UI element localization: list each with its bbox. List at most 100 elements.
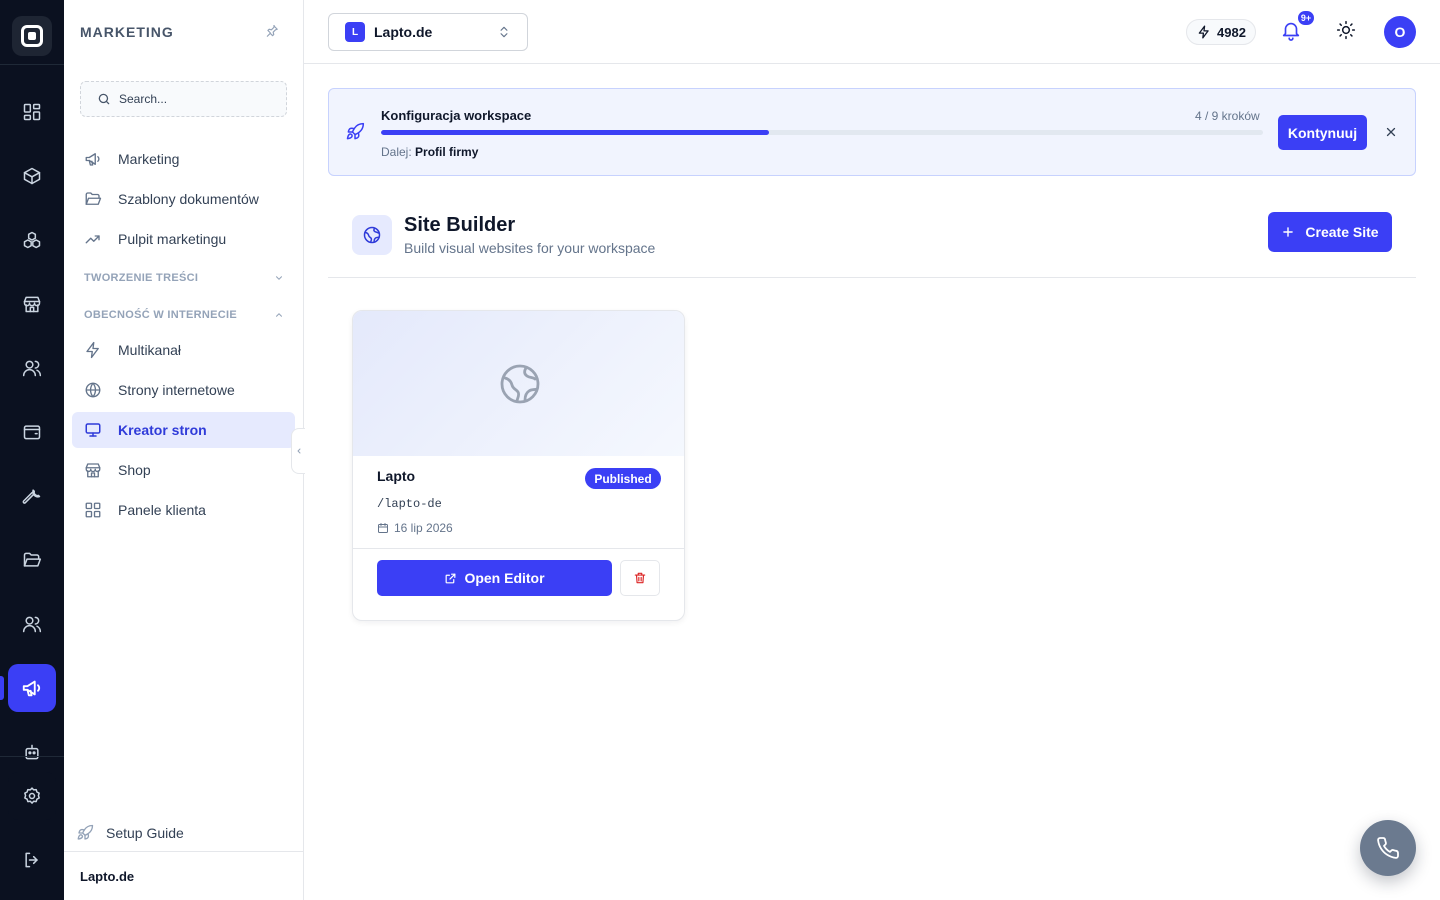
sidebar-search-input[interactable] — [119, 92, 269, 106]
section-label: OBECNOŚĆ W INTERNECIE — [84, 309, 237, 321]
rocket-icon — [77, 824, 94, 840]
logout-icon — [25, 852, 38, 868]
globe-icon — [363, 226, 381, 244]
app-rail — [0, 0, 64, 900]
site-date-value: 16 lip 2026 — [394, 521, 453, 535]
chevron-down-icon — [275, 276, 283, 280]
chevron-up-down-icon — [500, 26, 508, 38]
open-editor-label: Open Editor — [464, 570, 545, 586]
onboarding-progress-fill — [381, 130, 770, 135]
wrench-icon — [22, 489, 41, 504]
setup-guide-label: Setup Guide — [106, 825, 184, 841]
user-avatar[interactable]: O — [1384, 16, 1416, 48]
site-date: 16 lip 2026 — [377, 521, 453, 535]
sidebar-title: MARKETING — [80, 24, 174, 40]
credits-counter[interactable]: 4982 — [1186, 19, 1256, 45]
sidebar-search — [80, 81, 287, 117]
onboarding-next-step: Dalej: Profil firmy — [381, 145, 478, 159]
status-badge: Published — [585, 468, 661, 489]
sidebar-item-label: Szablony dokumentów — [118, 191, 259, 207]
sidebar-item-marketing[interactable]: Marketing — [72, 141, 295, 177]
delete-site-button[interactable] — [620, 560, 660, 596]
rail-settings-button[interactable] — [8, 772, 56, 820]
close-banner-button[interactable] — [1384, 125, 1398, 139]
store-icon — [23, 296, 41, 313]
rail-more-button[interactable] — [8, 728, 56, 776]
workspace-badge: L — [345, 22, 365, 42]
megaphone-icon — [22, 680, 41, 697]
phone-icon — [1377, 837, 1399, 859]
onboarding-steps: 4 / 9 kroków — [1195, 109, 1260, 123]
megaphone-icon — [85, 153, 100, 166]
site-card: Lapto Published /lapto-de 16 lip 2026 Op… — [352, 310, 685, 621]
continue-button[interactable]: Kontynuuj — [1278, 115, 1367, 150]
sidebar-item-label: Multikanał — [118, 342, 182, 358]
sidebar-item-site-builder[interactable]: Kreator stron — [72, 412, 295, 448]
top-header: L Lapto.de 4982 9+ O — [304, 0, 1440, 64]
wallet-icon — [23, 425, 41, 440]
folder-icon — [85, 192, 102, 205]
trash-icon — [634, 572, 646, 584]
sidebar-item-websites[interactable]: Strony internetowe — [72, 372, 295, 408]
sidebar-item-label: Kreator stron — [118, 422, 207, 438]
rail-files-button[interactable] — [8, 536, 56, 584]
store-icon — [85, 463, 101, 478]
sidebar-item-label: Shop — [118, 462, 151, 478]
sidebar-item-document-templates[interactable]: Szablony dokumentów — [72, 181, 295, 217]
rocket-icon — [346, 122, 365, 140]
rail-active-indicator — [0, 676, 4, 700]
rail-contacts-button[interactable] — [8, 344, 56, 392]
sidebar-item-multichannel[interactable]: Multikanał — [72, 332, 295, 368]
section-toggle-online-presence[interactable]: OBECNOŚĆ W INTERNECIE — [84, 307, 284, 323]
external-link-icon — [446, 573, 456, 583]
rail-marketing-button[interactable] — [8, 664, 56, 712]
workspace-switcher[interactable]: L Lapto.de — [328, 13, 528, 51]
section-label: TWORZENIE TREŚCI — [84, 272, 199, 284]
rail-finance-button[interactable] — [8, 408, 56, 456]
app-logo[interactable] — [12, 16, 52, 56]
grid-icon — [85, 502, 101, 518]
zap-icon — [1198, 25, 1209, 39]
setup-guide-link[interactable]: Setup Guide — [76, 820, 184, 846]
globe-icon — [85, 382, 101, 398]
rail-divider — [0, 64, 64, 65]
rail-inventory-button[interactable] — [8, 216, 56, 264]
rail-tools-button[interactable] — [8, 472, 56, 520]
create-site-button[interactable]: Create Site — [1268, 212, 1392, 252]
rail-store-button[interactable] — [8, 280, 56, 328]
sidebar-item-label: Strony internetowe — [118, 382, 235, 398]
pin-sidebar-button[interactable] — [265, 24, 279, 38]
rail-dashboard-button[interactable] — [8, 88, 56, 136]
theme-toggle-button[interactable] — [1336, 20, 1360, 44]
sidebar-item-shop[interactable]: Shop — [72, 452, 295, 488]
rail-team-button[interactable] — [8, 600, 56, 648]
plus-icon — [1283, 227, 1294, 237]
team-icon — [22, 616, 42, 633]
section-toggle-content-creation[interactable]: TWORZENIE TREŚCI — [84, 270, 284, 286]
create-site-label: Create Site — [1305, 224, 1379, 240]
monitor-icon — [85, 423, 101, 437]
site-thumbnail — [353, 311, 684, 456]
chevron-up-icon — [275, 313, 283, 317]
rail-products-button[interactable] — [8, 152, 56, 200]
site-name: Lapto — [377, 468, 416, 484]
grid-icon — [23, 103, 41, 121]
close-icon — [1386, 127, 1396, 137]
sidebar-item-label: Pulpit marketingu — [118, 231, 227, 247]
onboarding-title: Konfiguracja workspace — [381, 108, 532, 123]
page-divider — [328, 277, 1416, 278]
search-icon — [98, 93, 110, 105]
sidebar-item-marketing-dashboard[interactable]: Pulpit marketingu — [72, 221, 295, 257]
onboarding-progress — [381, 130, 1263, 135]
next-step-name: Profil firmy — [415, 145, 479, 159]
call-support-button[interactable] — [1360, 820, 1416, 876]
site-slug: /lapto-de — [377, 497, 442, 511]
card-divider — [353, 548, 684, 549]
notifications-badge: 9+ — [1297, 10, 1315, 26]
open-editor-button[interactable]: Open Editor — [377, 560, 612, 596]
module-sidebar: MARKETING Marketing Szablony dokumentów … — [64, 0, 304, 900]
collapse-sidebar-button[interactable] — [291, 428, 305, 474]
sidebar-item-client-panels[interactable]: Panele klienta — [72, 492, 295, 528]
users-icon — [22, 360, 42, 377]
rail-logout-button[interactable] — [8, 836, 56, 884]
